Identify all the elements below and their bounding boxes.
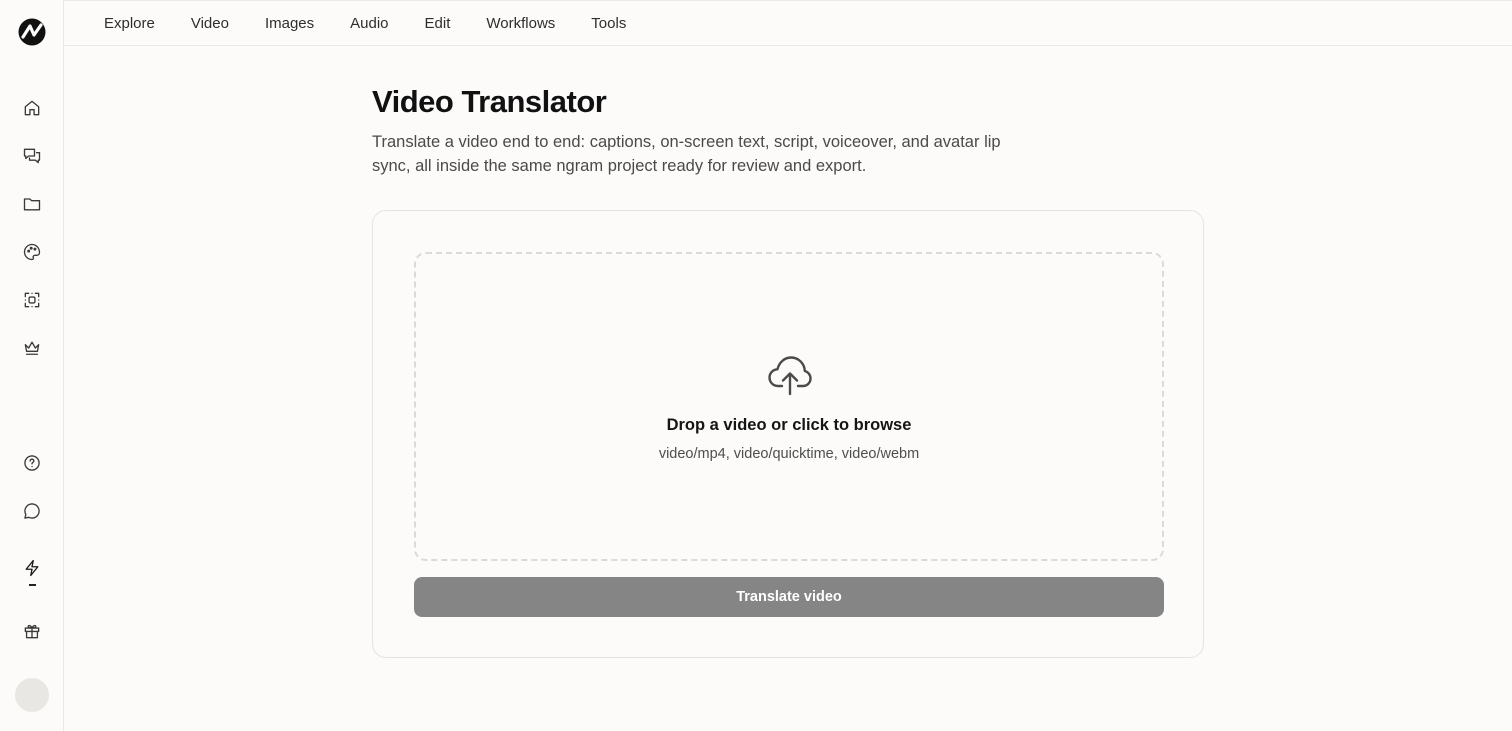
palette-icon[interactable] [20,240,44,264]
top-navigation: Explore Video Images Audio Edit Workflow… [64,0,1512,46]
logo-icon[interactable] [17,17,47,47]
scan-icon[interactable] [20,288,44,312]
nav-edit[interactable]: Edit [425,15,451,32]
nav-explore[interactable]: Explore [104,15,155,32]
help-icon[interactable] [20,451,44,475]
dropzone-title: Drop a video or click to browse [666,416,912,434]
cloud-upload-icon [767,354,813,396]
app-root: Explore Video Images Audio Edit Workflow… [0,0,1512,731]
bolt-icon[interactable] [20,556,44,580]
dropzone-file-types: video/mp4, video/quicktime, video/webm [658,446,920,462]
nav-audio[interactable]: Audio [350,15,388,32]
translate-video-button[interactable]: Translate video [414,577,1164,617]
nav-images[interactable]: Images [265,15,314,32]
sidebar [0,0,64,731]
upload-card: Drop a video or click to browse video/mp… [372,210,1204,658]
avatar[interactable] [15,678,49,712]
page-description: Translate a video end to end: captions, … [372,133,1001,175]
message-icon[interactable] [20,499,44,523]
bolt-indicator [29,584,36,586]
gift-icon[interactable] [20,619,44,643]
home-icon[interactable] [20,96,44,120]
folder-icon[interactable] [20,192,44,216]
nav-workflows[interactable]: Workflows [486,15,555,32]
page-title: Video Translator [372,84,607,119]
nav-tools[interactable]: Tools [591,15,626,32]
nav-video[interactable]: Video [191,15,229,32]
video-dropzone[interactable]: Drop a video or click to browse video/mp… [414,252,1164,561]
chat-icon[interactable] [20,144,44,168]
crown-icon[interactable] [20,336,44,360]
